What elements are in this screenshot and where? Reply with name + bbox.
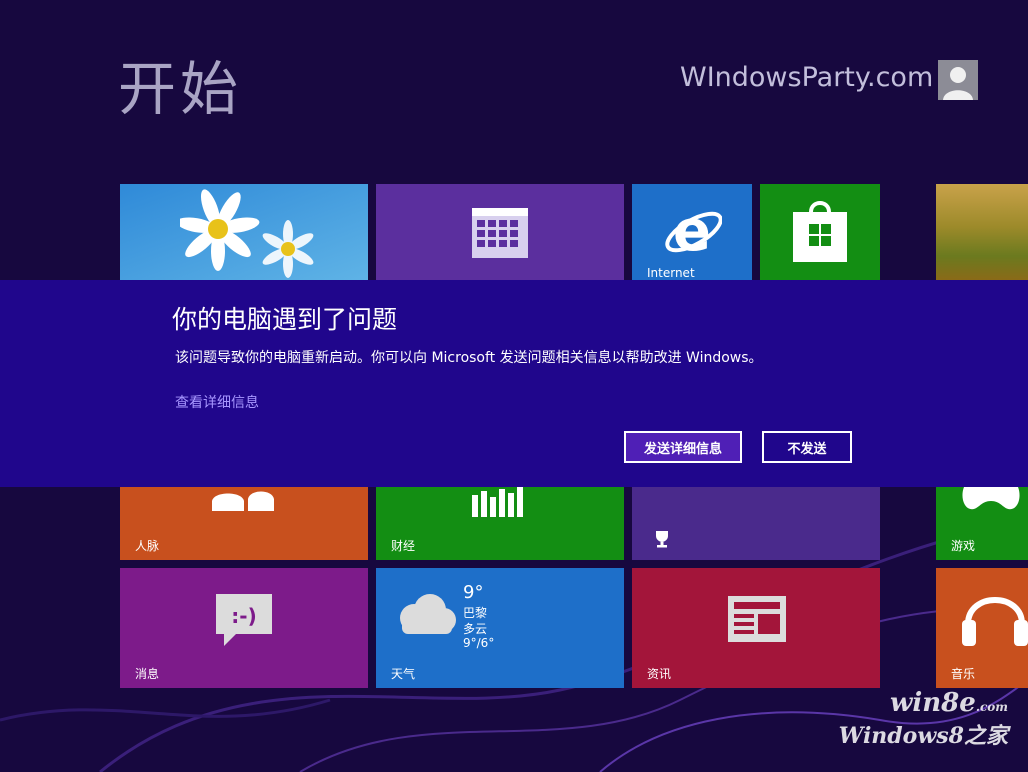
- tile-music[interactable]: 音乐: [936, 568, 1028, 688]
- people-icon: [212, 491, 274, 511]
- tile-people[interactable]: 人脉: [120, 487, 368, 560]
- tile-weather-label: 天气: [391, 667, 416, 681]
- weather-city: 巴黎: [463, 606, 488, 620]
- calendar-icon: [472, 208, 528, 258]
- view-details-link[interactable]: 查看详细信息: [175, 392, 259, 412]
- tile-news-label: 资讯: [647, 667, 672, 681]
- tile-messaging[interactable]: :-) 消息: [120, 568, 368, 688]
- tile-games-label: 游戏: [951, 539, 976, 553]
- send-details-button[interactable]: 发送详细信息: [624, 431, 742, 463]
- watermark-line1: win8e: [890, 688, 976, 718]
- game-controller-icon: [962, 487, 1020, 510]
- tile-finance[interactable]: 财经: [376, 487, 624, 560]
- headphones-icon: [962, 597, 1028, 646]
- cloud-icon: [400, 594, 456, 634]
- weather-range: 9°/6°: [463, 636, 495, 650]
- tile-games[interactable]: 游戏: [936, 487, 1028, 560]
- dialog-title: 你的电脑遇到了问题: [172, 305, 398, 334]
- finance-chart-icon: [472, 487, 523, 517]
- weather-condition: 多云: [463, 622, 488, 636]
- watermark-line1-suffix: .com: [975, 700, 1008, 714]
- tile-store[interactable]: [760, 184, 880, 280]
- user-name[interactable]: WIndowsParty.com: [680, 62, 933, 93]
- svg-text::-): :-): [231, 604, 256, 628]
- tile-finance-label: 财经: [391, 539, 416, 553]
- tile-messaging-label: 消息: [135, 667, 160, 681]
- dont-send-button[interactable]: 不发送: [762, 431, 852, 463]
- tile-people-label: 人脉: [135, 539, 160, 553]
- tile-photos[interactable]: [120, 184, 368, 280]
- news-icon: [728, 596, 786, 642]
- dialog-message: 该问题导致你的电脑重新启动。你可以向 Microsoft 发送问题相关信息以帮助…: [175, 350, 763, 366]
- store-bag-icon: [793, 201, 847, 262]
- internet-explorer-icon: e: [665, 202, 722, 260]
- tile-game-achievements[interactable]: [632, 487, 880, 560]
- tile-news[interactable]: 资讯: [632, 568, 880, 688]
- weather-temperature: 9°: [463, 582, 484, 603]
- messaging-icon: :-): [216, 594, 272, 646]
- tile-weather[interactable]: 9° 巴黎 多云 9°/6° 天气: [376, 568, 624, 688]
- problem-dialog: [0, 280, 1028, 487]
- start-title: 开始: [118, 55, 243, 123]
- trophy-icon: [656, 531, 668, 548]
- watermark-logo: win8e.com: [890, 688, 1008, 718]
- tile-internet-label: Internet: [647, 266, 695, 280]
- tile-music-label: 音乐: [951, 667, 976, 681]
- user-silhouette-icon: [943, 67, 973, 100]
- daisy-flower-icon: [180, 189, 314, 278]
- user-avatar[interactable]: [938, 60, 978, 100]
- tile-photo-landscape[interactable]: [936, 184, 1028, 280]
- watermark-line2: Windows8之家: [838, 723, 1008, 749]
- tile-internet-explorer[interactable]: e Internet: [632, 184, 752, 280]
- tile-calendar[interactable]: [376, 184, 624, 280]
